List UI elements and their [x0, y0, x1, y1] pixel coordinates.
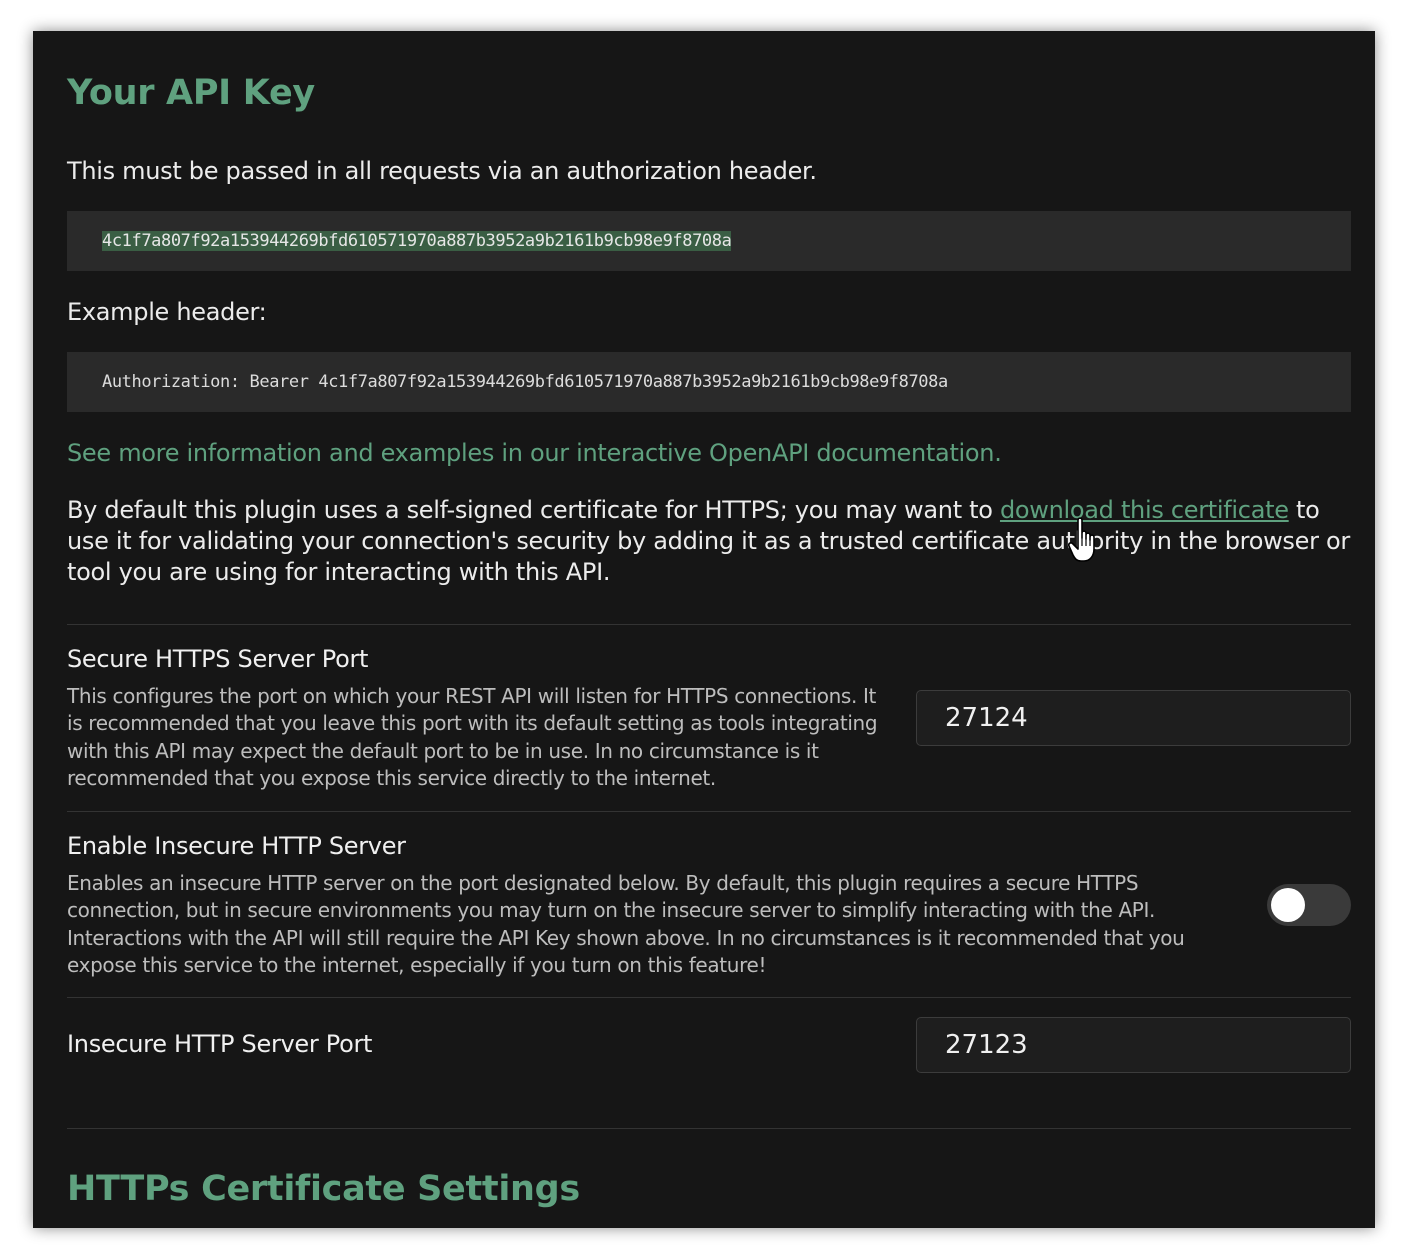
api-key-value[interactable]: 4c1f7a807f92a153944269bfd610571970a887b3…: [102, 231, 732, 251]
certificate-text-before: By default this plugin uses a self-signe…: [67, 496, 1000, 524]
example-header-box[interactable]: Authorization: Bearer 4c1f7a807f92a15394…: [67, 352, 1351, 412]
example-header-value[interactable]: Authorization: Bearer 4c1f7a807f92a15394…: [102, 372, 948, 392]
example-header-label: Example header:: [67, 298, 267, 326]
divider: [67, 997, 1351, 998]
divider: [67, 1128, 1351, 1129]
insecure-server-toggle[interactable]: [1267, 884, 1351, 926]
openapi-docs-link[interactable]: See more information and examples in our…: [67, 438, 1351, 469]
toggle-knob: [1271, 888, 1305, 922]
api-key-title: Your API Key: [67, 73, 315, 113]
insecure-server-setting-description: Enables an insecure HTTP server on the p…: [67, 871, 1185, 977]
insecure-server-setting-name: Enable Insecure HTTP Server: [67, 832, 406, 860]
divider: [67, 624, 1351, 625]
api-key-intro: This must be passed in all requests via …: [67, 157, 817, 185]
download-certificate-link[interactable]: download this certificate: [1000, 496, 1289, 524]
divider: [67, 811, 1351, 812]
settings-window: Your API Key This must be passed in all …: [33, 31, 1375, 1228]
https-port-setting-description: This configures the port on which your R…: [67, 684, 878, 790]
certificate-paragraph: By default this plugin uses a self-signe…: [67, 495, 1351, 588]
http-port-setting-name: Insecure HTTP Server Port: [67, 1030, 373, 1058]
certificate-settings-title: HTTPs Certificate Settings: [67, 1169, 580, 1209]
https-port-setting-name: Secure HTTPS Server Port: [67, 645, 369, 673]
http-port-input[interactable]: [916, 1017, 1351, 1073]
api-key-box[interactable]: 4c1f7a807f92a153944269bfd610571970a887b3…: [67, 211, 1351, 271]
https-port-input[interactable]: [916, 690, 1351, 746]
